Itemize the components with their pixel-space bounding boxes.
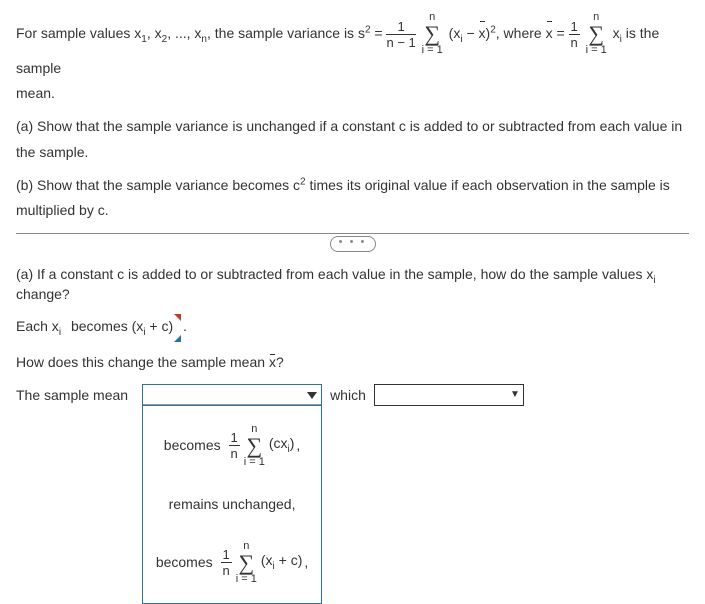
dropdown-option-3[interactable]: becomes 1 n n ∑ i = 1 (xi + c) , xyxy=(143,527,321,599)
mean-change-dropdown[interactable]: becomes 1 n n ∑ i = 1 (cxi) , remains xyxy=(142,384,322,406)
chevron-down-icon xyxy=(307,386,317,402)
question-a: (a) If a constant c is added to or subtr… xyxy=(16,266,689,302)
result-dropdown[interactable]: ▼ xyxy=(374,384,524,406)
dropdown-option-2[interactable]: remains unchanged, xyxy=(143,482,321,527)
dropdown-panel: becomes 1 n n ∑ i = 1 (cxi) , remains xyxy=(142,406,322,604)
part-b-text: (b) Show that the sample variance become… xyxy=(16,173,689,223)
expand-button[interactable]: • • • xyxy=(330,236,376,252)
chevron-down-icon: ▼ xyxy=(510,389,520,400)
problem-statement: For sample values x1, x2, ..., xn, the s… xyxy=(16,12,689,106)
divider xyxy=(16,233,689,234)
dropdown-option-1[interactable]: becomes 1 n n ∑ i = 1 (cxi) , xyxy=(143,410,321,482)
answer-a1-filled[interactable]: becomes (xi + c) xyxy=(65,316,179,340)
mean-line: mean. xyxy=(16,81,689,106)
question-a2: How does this change the sample mean x? xyxy=(16,354,689,370)
answer-a2-row: The sample mean becomes 1 n n ∑ xyxy=(16,384,689,406)
which-label: which xyxy=(330,384,366,403)
part-a-text: (a) Show that the sample variance is unc… xyxy=(16,114,689,164)
answer-a1: Each xi becomes (xi + c) . xyxy=(16,316,689,340)
intro-text: For sample values x1, x2, ..., xn, the s… xyxy=(16,25,659,76)
sample-mean-label: The sample mean xyxy=(16,384,128,403)
